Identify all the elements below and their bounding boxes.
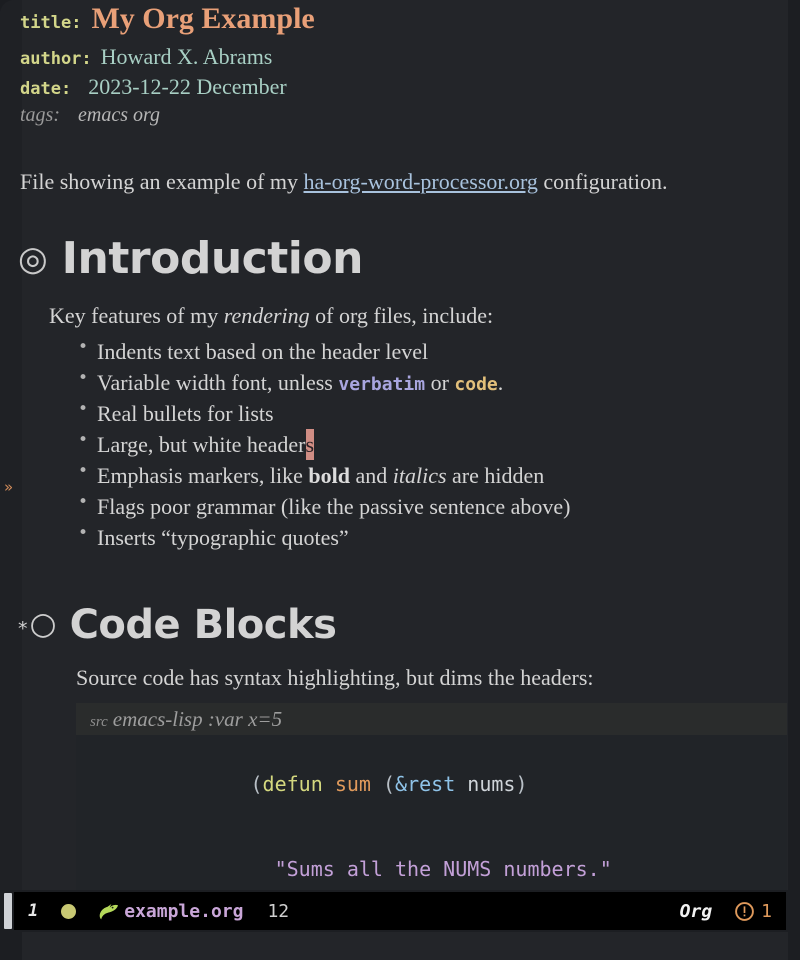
keyword-name-date: date [20, 79, 61, 99]
code-blocks-lead-line: Source code has syntax highlighting, but… [76, 664, 594, 690]
list-item: Indents text based on the header level [78, 336, 788, 367]
modeline[interactable]: 1 example.org 12 Org 1 [14, 892, 786, 930]
lead-before-italic: Key features of my [49, 303, 224, 329]
modeline-buffer-name[interactable]: example.org [124, 901, 243, 922]
modeline-column-number: 12 [267, 900, 290, 922]
code-line-2: "Sums all the NUMS numbers." [76, 827, 787, 890]
code-token: "Sums all the NUMS numbers." [274, 857, 612, 882]
modeline-container: 1 example.org 12 Org 1 [0, 890, 800, 932]
list-item: Flags poor grammar (like the passive sen… [78, 491, 788, 522]
emacs-frame: » title: My Org Example author: Howard X… [0, 0, 800, 960]
modeline-left-group: 1 example.org 12 [28, 901, 289, 922]
keyword-colon-author: : [81, 49, 92, 69]
code-token: ) [515, 771, 528, 796]
list-item: Large, but white headers [78, 428, 788, 460]
list-item-middle: and [350, 462, 393, 488]
code-span: code [454, 373, 498, 395]
heading-code-blocks-label: Code Blocks [69, 601, 337, 648]
intro-text-after: configuration. [537, 169, 668, 194]
source-block-begin-args: emacs-lisp :var x=5 [112, 707, 283, 732]
list-item-suffix: are hidden [446, 462, 545, 488]
keyword-line-title: title: My Org Example [0, 0, 788, 44]
keyword-value-title: My Org Example [91, 2, 315, 35]
italic-span: italics [392, 462, 447, 488]
modeline-major-mode[interactable]: Org [680, 901, 713, 922]
warning-circle-icon[interactable] [734, 901, 755, 922]
introduction-lead-line: Key features of my rendering of org file… [49, 301, 788, 331]
source-block-begin-tag: src [90, 714, 108, 731]
source-block[interactable]: src emacs-lisp :var x=5 (defun sum (&rest… [76, 703, 787, 890]
keyword-line-author: author: Howard X. Abrams [0, 44, 788, 74]
list-item-text: Real bullets for lists [97, 400, 274, 426]
introduction-body: Key features of my rendering of org file… [0, 281, 788, 552]
verbatim-span: verbatim [338, 373, 426, 395]
modeline-line-number: 1 [28, 901, 39, 921]
keyword-value-date: 2023-12-22 December [88, 74, 287, 99]
heading-star-prefix: * [18, 618, 28, 641]
heading-introduction[interactable]: ◎ Introduction [0, 237, 788, 281]
code-token: defun [262, 771, 323, 796]
code-token: &rest [395, 771, 456, 796]
keyword-value-author: Howard X. Abrams [100, 44, 273, 69]
list-item-prefix: Emphasis markers, like [97, 462, 309, 488]
org-file-link[interactable]: ha-org-word-processor.org [304, 169, 538, 194]
buffer-window[interactable]: » title: My Org Example author: Howard X… [0, 0, 800, 890]
keyword-name-title: title [20, 13, 72, 33]
buffer-content[interactable]: title: My Org Example author: Howard X. … [0, 0, 788, 890]
lead-italic-word: rendering [223, 303, 310, 329]
list-item-text: Flags poor grammar (like the passive sen… [97, 493, 571, 519]
minibuffer[interactable] [22, 932, 788, 960]
list-item-prefix: Large, but white header [97, 431, 306, 457]
list-item-text: Indents text based on the header level [97, 338, 429, 364]
heading-introduction-label: Introduction [61, 233, 364, 285]
list-item: Inserts “typographic quotes” [78, 522, 788, 553]
list-item-text: Inserts “typographic quotes” [97, 524, 349, 550]
list-item-middle: or [425, 369, 455, 395]
echo-area[interactable] [0, 932, 800, 960]
org-mode-unicorn-icon [98, 901, 120, 921]
scrollbar-thumb[interactable] [4, 893, 12, 929]
filled-ring-bullet-icon: ◎ [18, 239, 48, 280]
list-item-suffix: . [497, 369, 504, 395]
code-line-1: (defun sum (&rest nums) [76, 741, 787, 826]
feature-list: Indents text based on the header level V… [49, 336, 788, 553]
tags-value: emacs org [78, 104, 161, 126]
keyword-line-tags: tags: emacs org [0, 104, 788, 136]
code-token: nums [467, 771, 516, 796]
intro-text-before: File showing an example of my [20, 169, 304, 194]
bold-span: bold [308, 462, 350, 488]
tags-label: tags: [20, 104, 60, 126]
intro-paragraph: File showing an example of my ha-org-wor… [0, 136, 788, 195]
heading-code-blocks[interactable]: * ○ Code Blocks [0, 605, 788, 645]
keyword-line-date: date: 2023-12-22 December [0, 74, 788, 104]
list-item-prefix: Variable width font, unless [97, 369, 339, 395]
code-blocks-body: Source code has syntax highlighting, but… [0, 645, 788, 693]
source-block-begin-line: src emacs-lisp :var x=5 [76, 703, 787, 736]
lead-after-italic: of org files, include: [309, 303, 494, 329]
text-cursor: s [305, 428, 315, 460]
modified-status-dot-icon[interactable] [61, 903, 77, 919]
source-block-code[interactable]: (defun sum (&rest nums) "Sums all the NU… [76, 735, 787, 890]
code-token: ( [382, 771, 396, 796]
keyword-colon-title: : [71, 13, 82, 33]
modeline-warning-count: 1 [761, 900, 772, 922]
code-token: sum [334, 771, 371, 796]
list-item: Real bullets for lists [78, 398, 788, 429]
list-item: Emphasis markers, like bold and italics … [78, 460, 788, 491]
keyword-colon-date: : [60, 79, 72, 99]
list-item: Variable width font, unless verbatim or … [78, 367, 788, 398]
hollow-ring-bullet-icon: ○ [29, 606, 57, 643]
modeline-right-group: Org 1 [680, 901, 772, 922]
code-token: ( [250, 771, 263, 796]
right-window-divider [788, 0, 800, 890]
keyword-name-author: author [20, 49, 82, 69]
